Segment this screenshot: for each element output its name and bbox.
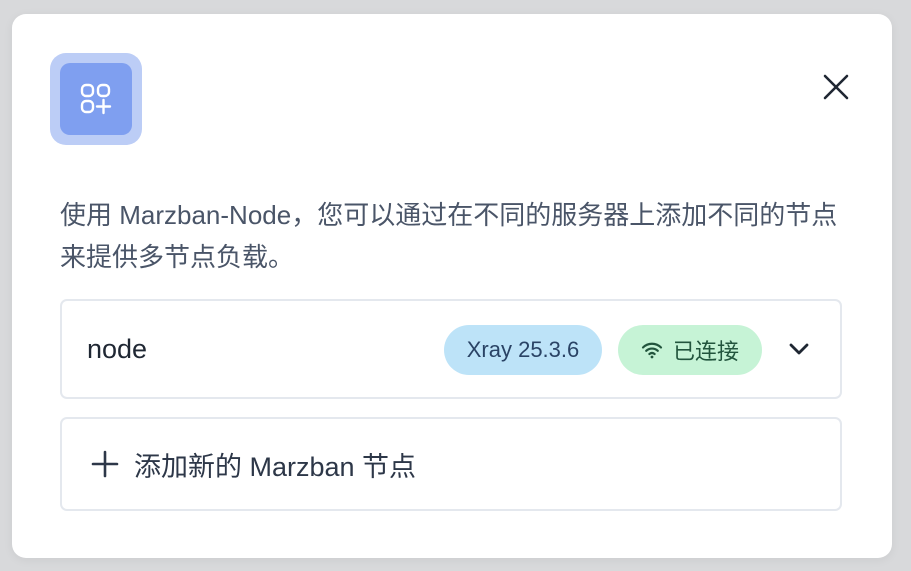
close-icon [823, 74, 849, 100]
xray-version-label: Xray 25.3.6 [466, 337, 580, 362]
wifi-icon [641, 342, 663, 359]
chevron-down-icon [789, 343, 809, 355]
expand-node-button[interactable] [782, 331, 816, 367]
status-badge: 已连接 [618, 325, 762, 375]
status-label: 已连接 [672, 339, 739, 364]
xray-version-badge: Xray 25.3.6 [444, 325, 602, 375]
add-node-button[interactable]: 添加新的 Marzban 节点 [60, 417, 842, 511]
add-node-label: 添加新的 Marzban 节点 [134, 451, 417, 482]
apps-add-icon [80, 83, 112, 115]
dialog-icon-container [50, 53, 142, 145]
node-name: node [87, 334, 148, 364]
dialog-description: 使用 Marzban-Node，您可以通过在不同的服务器上添加不同的节点来提供多… [60, 200, 838, 272]
nodes-dialog: 使用 Marzban-Node，您可以通过在不同的服务器上添加不同的节点来提供多… [12, 14, 892, 558]
dialog-icon-tile [60, 63, 132, 135]
node-card[interactable]: node Xray 25.3.6 已连接 [60, 299, 842, 399]
plus-icon [91, 450, 119, 478]
close-button[interactable] [818, 69, 854, 105]
